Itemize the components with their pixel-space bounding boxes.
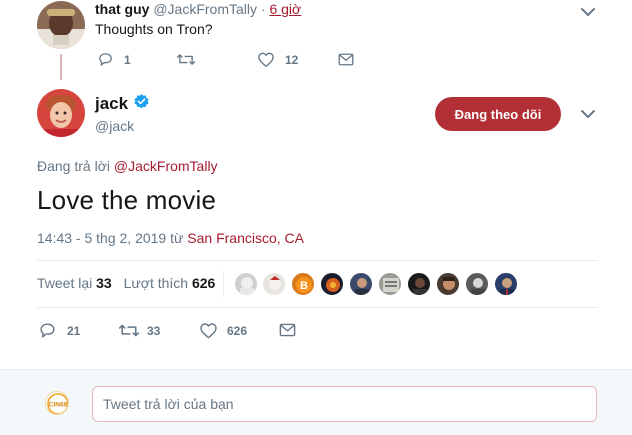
main-reply-button[interactable]: 21 [38, 321, 80, 340]
retweets-stat[interactable]: Tweet lại 33 [37, 275, 116, 291]
main-reply-count: 21 [67, 323, 81, 338]
parent-reply-count: 1 [124, 52, 131, 67]
liker-avatar[interactable] [465, 272, 489, 296]
retweet-icon [118, 321, 140, 340]
parent-retweet-button[interactable] [176, 51, 196, 68]
stats-separator [223, 271, 224, 297]
liker-avatar[interactable] [349, 272, 373, 296]
reply-input[interactable]: Tweet trả lời của bạn [92, 386, 597, 422]
verified-badge-icon [133, 93, 150, 115]
reply-icon [97, 51, 114, 68]
retweets-label: Tweet lại [37, 275, 93, 291]
tweet-meta: 14:43 - 5 thg 2, 2019 từ San Francisco, … [37, 230, 304, 246]
svg-text:B: B [300, 280, 308, 292]
replying-to: Đang trả lời @JackFromTally [37, 158, 218, 174]
main-tweet-text: Love the movie [37, 185, 217, 215]
parent-like-count: 12 [285, 52, 299, 67]
liker-avatar[interactable] [494, 272, 518, 296]
tweet-stats: Tweet lại 33 Lượt thích 626 [37, 275, 215, 291]
parent-menu-chevron-icon[interactable] [579, 3, 597, 21]
liker-avatar[interactable]: B [291, 272, 315, 296]
envelope-icon [278, 321, 297, 339]
heart-icon [199, 321, 218, 340]
parent-time-link[interactable]: 6 giờ [269, 1, 301, 17]
following-button[interactable]: Đang theo dõi [435, 97, 561, 131]
divider-top [37, 260, 598, 261]
likes-count: 626 [191, 275, 216, 291]
liker-avatar[interactable] [320, 272, 344, 296]
replying-prefix: Đang trả lời [37, 158, 110, 174]
retweet-icon [176, 51, 196, 68]
main-handle[interactable]: @jack [95, 118, 134, 134]
parent-separator: · [260, 1, 266, 17]
main-like-button[interactable]: 626 [199, 321, 247, 340]
parent-display-name[interactable]: that guy [95, 1, 149, 17]
replying-to-handle-link[interactable]: @JackFromTally [114, 158, 218, 174]
retweets-count: 33 [96, 275, 112, 291]
main-name-row: jack [95, 93, 150, 115]
parent-header: that guy @JackFromTally · 6 giờ [95, 1, 301, 17]
thread-connector [60, 54, 62, 80]
parent-handle[interactable]: @JackFromTally [153, 1, 257, 17]
reply-placeholder: Tweet trả lời của bạn [103, 396, 234, 412]
heart-icon [257, 51, 275, 68]
main-retweet-count: 33 [147, 323, 161, 338]
liker-avatar[interactable] [407, 272, 431, 296]
divider-middle [37, 307, 598, 308]
tweet-timestamp[interactable]: 14:43 - 5 thg 2, 2019 từ [37, 230, 183, 246]
main-dm-button[interactable] [278, 321, 297, 339]
parent-like-button[interactable]: 12 [257, 51, 298, 68]
composer-avatar: CIN68 [45, 391, 69, 415]
main-display-name[interactable]: jack [95, 94, 128, 114]
main-like-count: 626 [227, 323, 248, 338]
tweet-location-link[interactable]: San Francisco, CA [187, 230, 304, 246]
composer-avatar-text: CIN68 [49, 402, 68, 409]
parent-tweet-text: Thoughts on Tron? [95, 21, 213, 37]
parent-reply-button[interactable]: 1 [97, 51, 131, 68]
main-retweet-button[interactable]: 33 [118, 321, 160, 340]
liker-avatar[interactable] [234, 272, 258, 296]
likes-label: Lượt thích [123, 275, 189, 291]
parent-avatar[interactable] [37, 1, 85, 49]
main-menu-chevron-icon[interactable] [579, 105, 597, 123]
likes-stat[interactable]: Lượt thích 626 [124, 275, 216, 291]
reply-icon [38, 321, 57, 340]
liker-avatar[interactable] [262, 272, 286, 296]
envelope-icon [337, 51, 355, 68]
main-avatar[interactable] [37, 89, 85, 137]
parent-dm-button[interactable] [337, 51, 355, 68]
liker-avatar[interactable] [436, 272, 460, 296]
liker-avatar[interactable] [378, 272, 402, 296]
